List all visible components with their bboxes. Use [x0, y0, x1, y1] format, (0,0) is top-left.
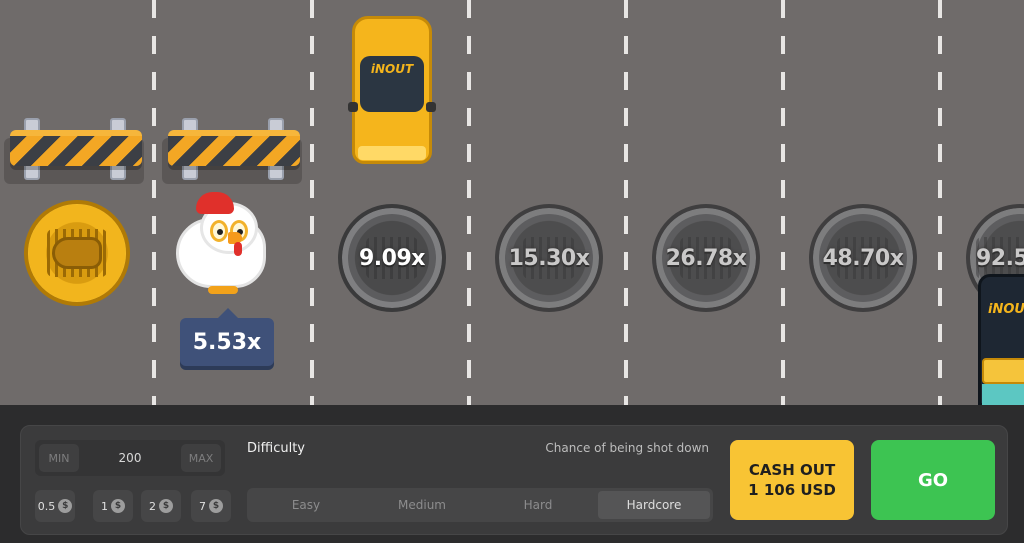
bet-amount-field: MIN 200 MAX — [35, 440, 225, 476]
quick-bet-chip[interactable]: 7 $ — [191, 490, 231, 522]
difficulty-hardcore[interactable]: Hardcore — [598, 491, 710, 519]
difficulty-medium[interactable]: Medium — [366, 491, 478, 519]
bet-min-button[interactable]: MIN — [39, 444, 79, 472]
control-bar: MIN 200 MAX 0.5 $ 1 $ 2 $ 7 $ Difficulty… — [0, 405, 1024, 543]
lane-multiplier: 92.5 — [976, 245, 1024, 271]
lane-manhole[interactable]: 26.78x — [652, 204, 760, 312]
quick-bet-chip[interactable]: 2 $ — [141, 490, 181, 522]
lane-manhole[interactable]: 9.09x — [338, 204, 446, 312]
quick-bet-chip[interactable]: 1 $ — [93, 490, 133, 522]
passed-lane-coin — [24, 200, 130, 306]
lane-divider — [781, 0, 785, 405]
chip-label: 0.5 — [37, 499, 56, 513]
road-barrier — [4, 118, 144, 184]
difficulty-label: Difficulty — [247, 441, 305, 456]
quick-bet-chip[interactable]: 0.5 $ — [35, 490, 75, 522]
dollar-coin-icon: $ — [58, 499, 73, 513]
chip-label: 2 — [149, 499, 156, 513]
dollar-coin-icon: $ — [159, 499, 173, 513]
go-button[interactable]: GO — [871, 440, 995, 520]
difficulty-easy[interactable]: Easy — [250, 491, 362, 519]
lane-divider — [467, 0, 471, 405]
bet-amount-input[interactable]: 200 — [85, 440, 175, 476]
lane-multiplier: 26.78x — [665, 245, 747, 271]
chance-label: Chance of being shot down — [545, 441, 709, 455]
chicken-leg-icon — [52, 237, 102, 269]
truck: iNOUT — [972, 274, 1024, 405]
lane-divider — [938, 0, 942, 405]
chip-label: 1 — [101, 499, 108, 513]
road: 5.53x 9.09x 15.30x 26.78x 48.70x 92.5 iN… — [0, 0, 1024, 405]
lane-manhole[interactable]: 15.30x — [495, 204, 603, 312]
lane-divider — [624, 0, 628, 405]
lane-divider — [152, 0, 156, 405]
truck-logo: iNOUT — [988, 302, 1024, 317]
lane-divider — [310, 0, 314, 405]
yellow-car: iNOUT — [348, 16, 436, 166]
lane-multiplier: 15.30x — [508, 245, 590, 271]
difficulty-hard[interactable]: Hard — [482, 491, 594, 519]
chicken-player — [172, 192, 272, 302]
current-multiplier-tag: 5.53x — [180, 308, 274, 366]
car-logo: iNOUT — [370, 62, 414, 76]
chip-label: 7 — [199, 499, 206, 513]
lane-multiplier: 48.70x — [822, 245, 904, 271]
difficulty-selector: Easy Medium Hard Hardcore — [247, 488, 713, 522]
dollar-coin-icon: $ — [111, 499, 125, 513]
control-panel: MIN 200 MAX 0.5 $ 1 $ 2 $ 7 $ Difficulty… — [20, 425, 1008, 535]
cash-out-amount: 1 106 USD — [748, 481, 836, 499]
cash-out-button[interactable]: CASH OUT 1 106 USD — [730, 440, 854, 520]
bet-max-button[interactable]: MAX — [181, 444, 221, 472]
lane-manhole[interactable]: 48.70x — [809, 204, 917, 312]
lane-multiplier: 9.09x — [359, 245, 425, 271]
road-barrier — [162, 118, 302, 184]
dollar-coin-icon: $ — [209, 499, 223, 513]
cash-out-label: CASH OUT — [748, 461, 836, 479]
